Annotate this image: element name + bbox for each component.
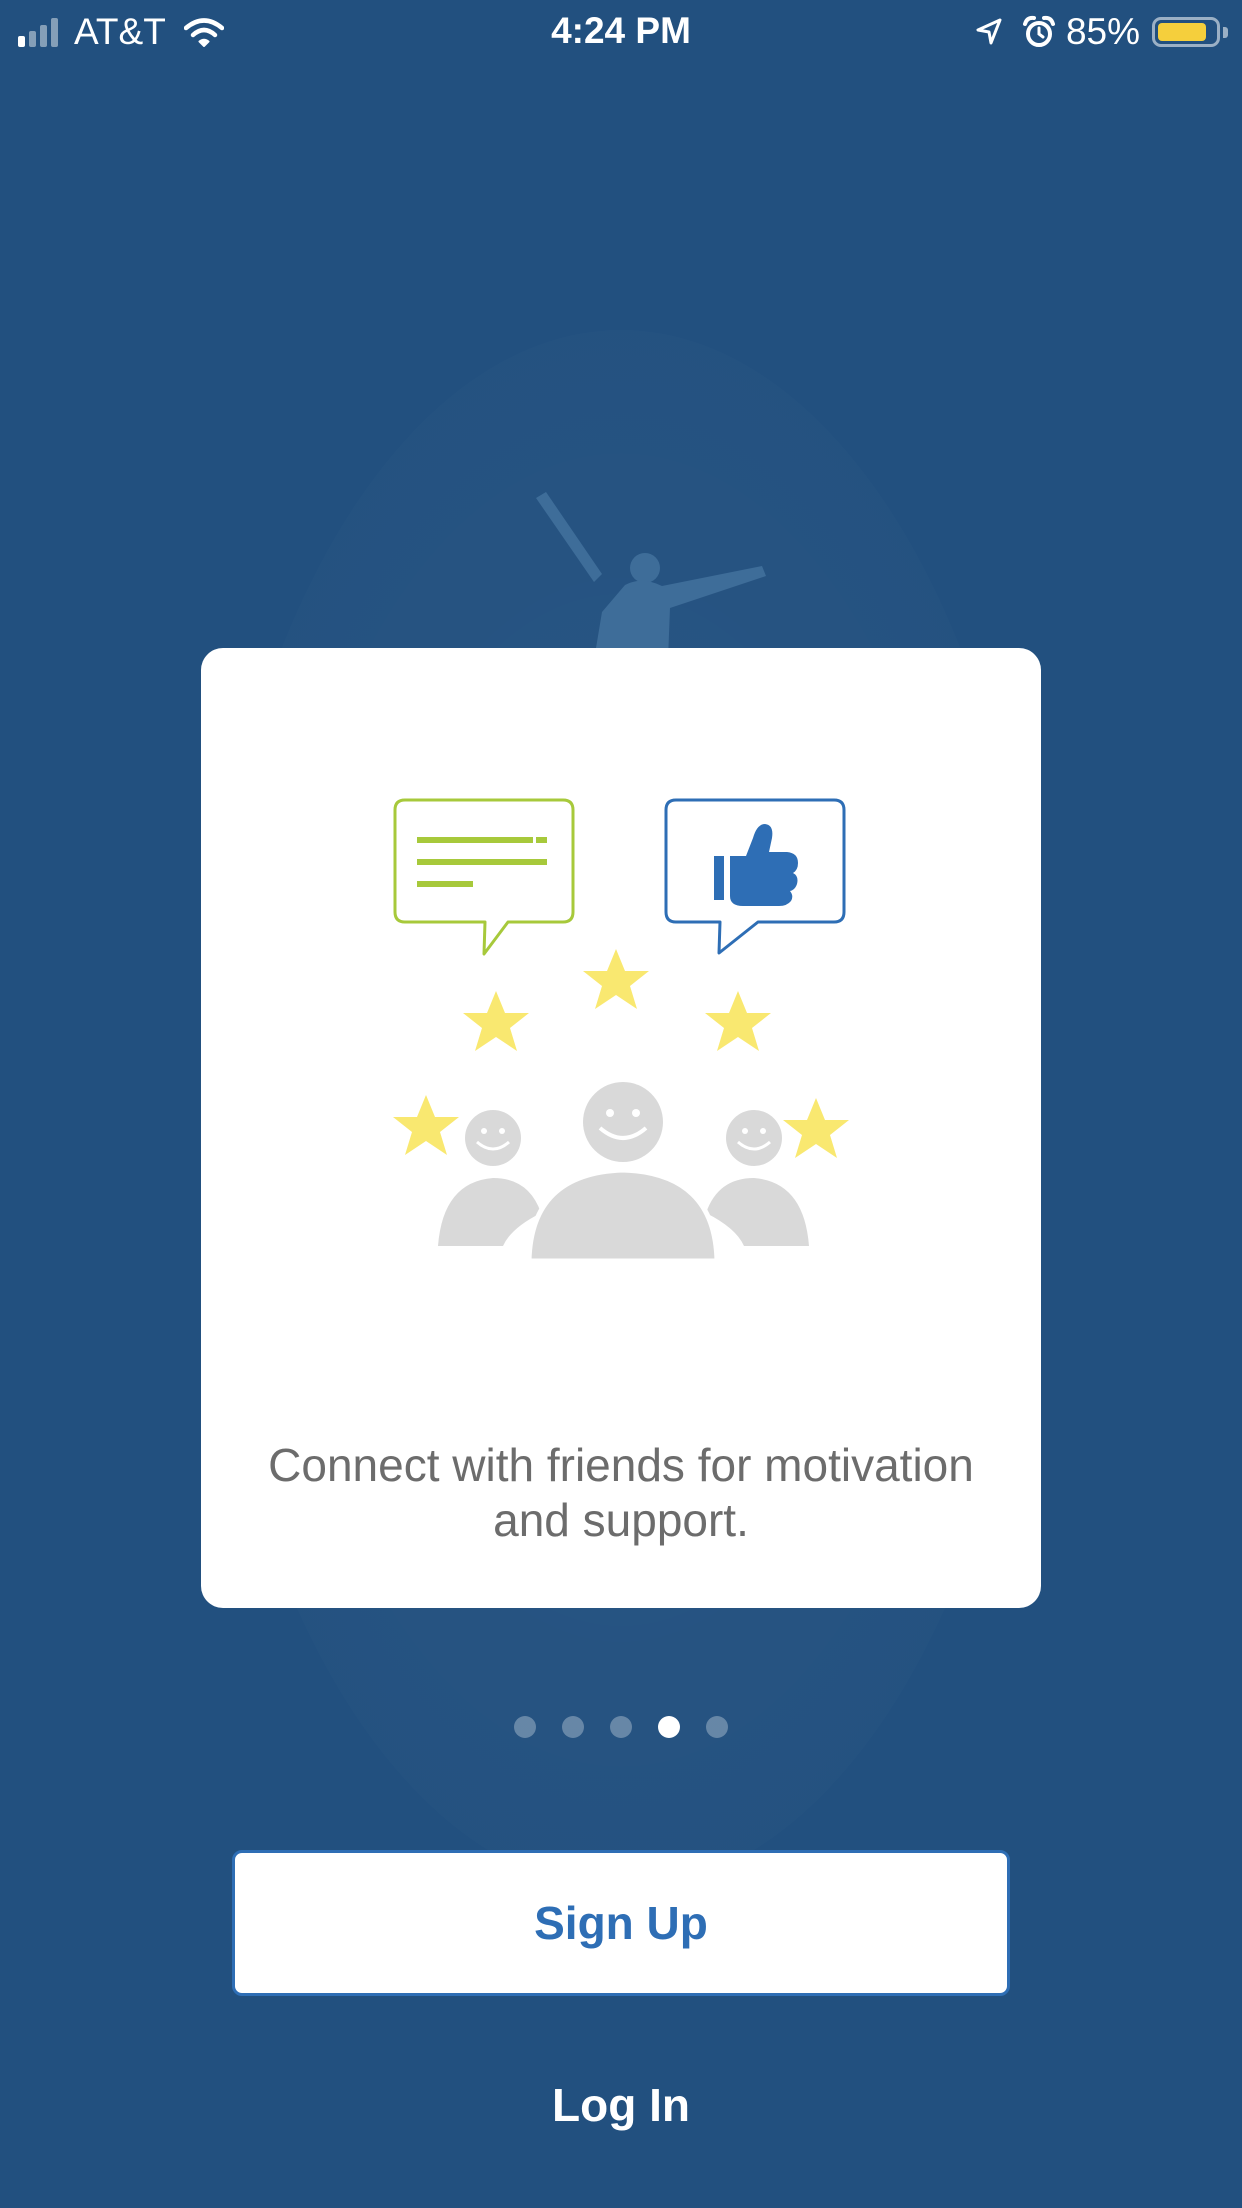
page-dot-4[interactable]	[658, 1716, 680, 1738]
battery-percent: 85%	[1065, 11, 1140, 52]
page-indicator[interactable]	[0, 1716, 1242, 1738]
page-dot-1[interactable]	[514, 1716, 536, 1738]
page-dot-5[interactable]	[706, 1716, 728, 1738]
location-arrow-icon	[976, 18, 1002, 45]
status-right: 85%	[974, 10, 1228, 54]
status-bar: AT&T 4:24 PM 85%	[0, 0, 1242, 62]
sign-up-button[interactable]: Sign Up	[232, 1850, 1010, 1996]
background-figure-logo	[536, 492, 766, 660]
page-dot-3[interactable]	[610, 1716, 632, 1738]
friends-group-icon	[438, 1082, 809, 1264]
battery-cap	[1223, 26, 1228, 38]
onboarding-message: Connect with friends for motivation and …	[268, 1439, 974, 1546]
page-dot-2[interactable]	[562, 1716, 584, 1738]
thumbs-up-icon	[664, 798, 846, 955]
battery-icon	[1152, 17, 1220, 47]
onboarding-card[interactable]: Connect with friends for motivation and …	[201, 648, 1041, 1608]
alarm-icon	[1022, 15, 1055, 47]
battery-level-fill	[1158, 23, 1206, 41]
log-in-button[interactable]: Log In	[420, 2070, 822, 2140]
chat-bubble-icon	[393, 798, 575, 956]
onboarding-illustration	[393, 798, 849, 1264]
